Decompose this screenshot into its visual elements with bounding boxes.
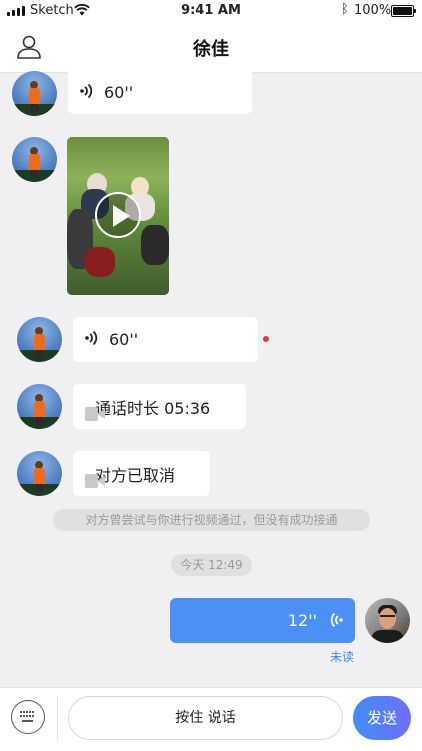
send-button[interactable]: 发送 (353, 696, 411, 740)
my-avatar[interactable] (365, 598, 410, 643)
system-notice: 对方曾尝试与你进行视频通过，但没有成功接通 (53, 509, 370, 531)
sound-wave-icon (85, 330, 99, 350)
battery-icon (391, 5, 416, 17)
video-message-thumbnail[interactable] (67, 137, 169, 295)
avatar[interactable] (17, 384, 62, 429)
sound-wave-icon (80, 83, 94, 103)
voice-message-bubble[interactable]: 60'' (73, 317, 258, 362)
sent-voice-message-bubble[interactable]: 12'' (170, 598, 355, 643)
voice-duration: 60'' (109, 330, 139, 349)
sound-wave-icon (330, 612, 343, 628)
page-title: 徐佳 (193, 39, 229, 60)
video-call-record-bubble[interactable]: 通话时长 05:36 (73, 384, 246, 429)
unread-label: 未读 (330, 650, 355, 664)
keyboard-icon[interactable] (11, 700, 45, 734)
voice-duration: 60'' (104, 83, 134, 102)
call-cancelled-text: 对方已取消 (95, 465, 176, 485)
unread-dot (263, 336, 269, 342)
timestamp: 今天 12:49 (171, 554, 252, 576)
call-duration-text: 通话时长 05:36 (95, 398, 211, 418)
voice-duration: 12'' (287, 611, 317, 630)
navigation-bar: 徐佳 (0, 22, 422, 73)
hold-to-talk-button[interactable]: 按住 说话 (68, 696, 343, 740)
status-bar: Sketch 9:41 AM ᛒ 100% (0, 0, 422, 22)
voice-message-bubble[interactable]: 60'' (68, 71, 252, 114)
avatar[interactable] (17, 317, 62, 362)
bluetooth-icon: ᛒ (341, 2, 349, 17)
video-call-record-bubble[interactable]: 对方已取消 (73, 451, 210, 496)
avatar[interactable] (17, 451, 62, 496)
avatar[interactable] (12, 71, 57, 116)
play-icon[interactable] (95, 192, 141, 238)
avatar[interactable] (12, 137, 57, 182)
battery-percent: 100% (354, 3, 392, 18)
divider (57, 696, 58, 740)
